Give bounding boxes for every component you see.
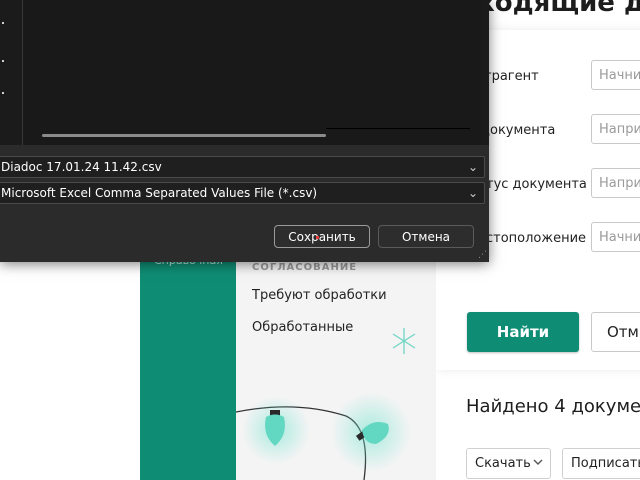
dialog-horizontal-scrollbar[interactable] xyxy=(42,134,326,137)
filter-label-doc-status: тус документа xyxy=(486,177,587,192)
cancel-button[interactable]: Отмена xyxy=(378,225,474,248)
nav-section-title: СОГЛАСОВАНИЕ xyxy=(252,262,358,273)
save-button[interactable]: Сохранить xyxy=(274,225,370,248)
dialog-divider xyxy=(326,128,470,129)
filetype-value: Microsoft Excel Comma Separated Values F… xyxy=(1,186,318,200)
filename-field[interactable]: Diadoc 17.01.24 11.42.csv ⌄ xyxy=(0,156,485,178)
mouse-cursor xyxy=(316,236,319,239)
sign-button[interactable]: Подписать xyxy=(562,448,640,479)
download-dropdown[interactable]: Скачать xyxy=(466,448,551,479)
chevron-down-icon[interactable]: ⌄ xyxy=(468,157,478,177)
filetype-select[interactable]: Microsoft Excel Comma Separated Values F… xyxy=(0,182,485,204)
nav-item-pending[interactable]: Требуют обработки xyxy=(252,288,387,303)
dialog-file-list[interactable] xyxy=(23,0,489,145)
download-label: Скачать xyxy=(475,456,531,471)
doc-status-input[interactable] xyxy=(591,168,640,198)
filter-label-counterparty: трагент xyxy=(484,69,539,84)
snowflake-icon xyxy=(392,328,416,354)
location-input[interactable] xyxy=(591,222,640,252)
page-title: ходящие до xyxy=(478,0,640,18)
save-dialog: Diadoc 17.01.24 11.42.csv ⌄ Microsoft Ex… xyxy=(0,0,489,262)
counterparty-input[interactable] xyxy=(591,60,640,90)
dialog-vertical-scrollbar[interactable] xyxy=(481,0,489,145)
dialog-nav-pane[interactable] xyxy=(0,0,23,145)
filter-label-doc-type: документа xyxy=(481,123,556,138)
results-count: Найдено 4 докуме xyxy=(466,396,640,417)
resize-grip-icon[interactable]: ⋰ xyxy=(478,251,487,260)
filter-label-location: стоположение xyxy=(486,231,587,246)
sidebar: Справочная xyxy=(140,250,236,480)
find-button[interactable]: Найти xyxy=(467,312,579,352)
garland-decoration xyxy=(236,328,416,480)
chevron-down-icon[interactable]: ⌄ xyxy=(468,183,478,203)
chevron-down-icon xyxy=(533,456,543,471)
doc-type-input[interactable] xyxy=(591,114,640,144)
reset-button[interactable]: Отм xyxy=(591,312,640,352)
filename-value: Diadoc 17.01.24 11.42.csv xyxy=(1,160,162,174)
